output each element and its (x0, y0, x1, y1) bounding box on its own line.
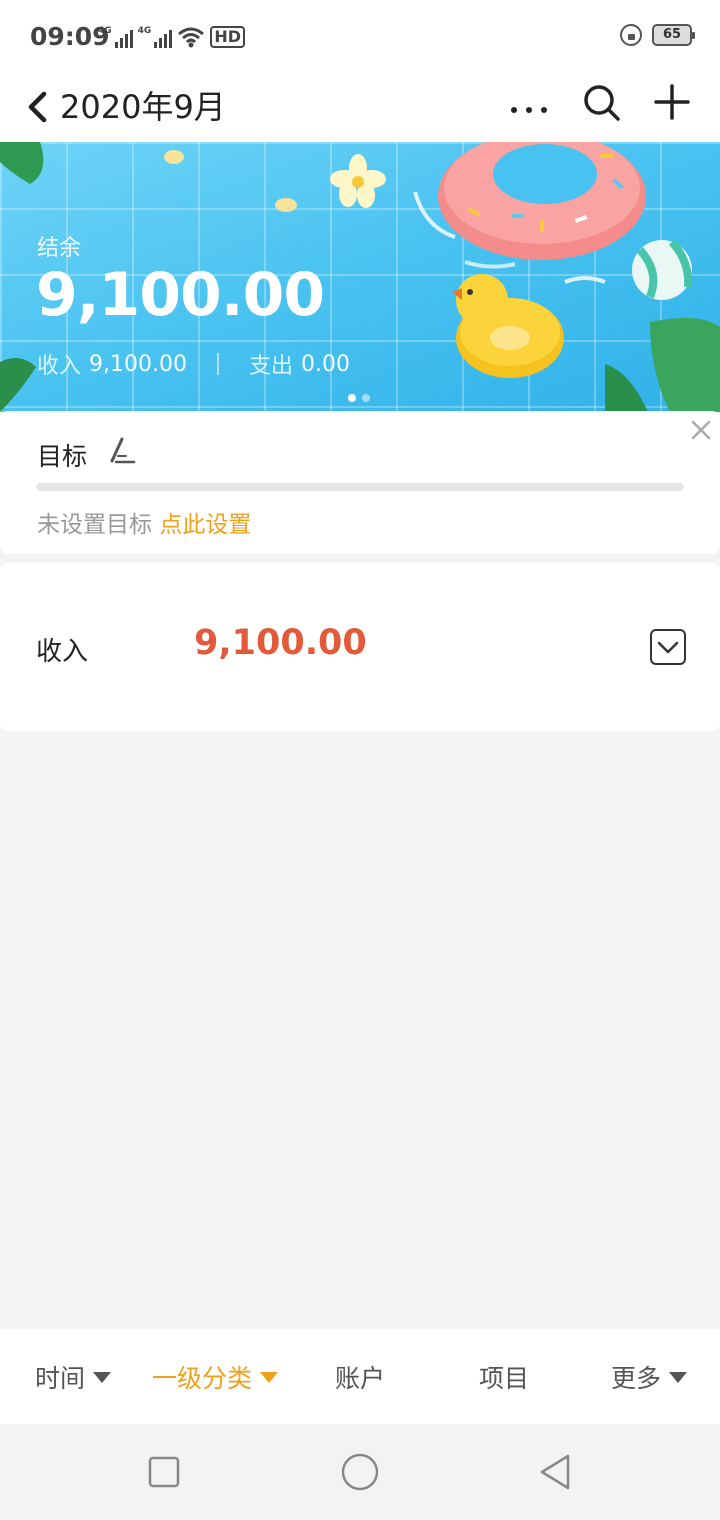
filter-account[interactable]: 账户 (335, 1359, 385, 1395)
filter-more[interactable]: 更多 (611, 1359, 688, 1395)
filter-time[interactable]: 时间 (35, 1359, 112, 1395)
divider (216, 353, 219, 375)
caret-down-icon (93, 1371, 112, 1383)
filter-category[interactable]: 一级分类 (152, 1359, 279, 1395)
more-icon (511, 107, 547, 113)
page-dot (362, 394, 370, 402)
home-button[interactable] (340, 1452, 380, 1492)
income-card-label: 收入 (36, 637, 89, 667)
goal-card: 目标 未设置目标 点此设置 (0, 411, 720, 554)
status-right: 65 (620, 24, 695, 46)
caret-down-icon (669, 1371, 688, 1383)
chevron-left-icon (28, 91, 47, 123)
system-nav-bar (0, 1424, 720, 1520)
circle-icon (341, 1453, 379, 1491)
square-icon (148, 1456, 180, 1488)
recent-apps-button[interactable] (144, 1452, 184, 1492)
wifi-icon (178, 27, 205, 48)
battery-icon: 65 (652, 24, 695, 46)
back-button[interactable] (22, 82, 56, 132)
income-label: 收入 (37, 354, 82, 379)
page-dot (348, 394, 356, 402)
triangle-back-icon (540, 1454, 570, 1490)
balance-banner[interactable]: 结余 9,100.00 收入 9,100.00 支出 0.00 (0, 142, 720, 412)
more-button[interactable] (506, 84, 552, 130)
balance-value: 9,100.00 (36, 260, 325, 330)
caret-down-icon (260, 1371, 279, 1383)
page-indicator (348, 394, 370, 402)
expand-button[interactable] (650, 629, 686, 665)
goal-hint-text: 未设置目标 (37, 512, 152, 538)
status-icons: 4G 4G HD (98, 24, 245, 50)
signal-icon: 4G (138, 26, 173, 48)
chevron-down-icon (657, 641, 679, 654)
signal-icon: 4G (98, 26, 133, 48)
goal-hint: 未设置目标 点此设置 (37, 505, 251, 539)
edit-icon[interactable] (104, 435, 138, 469)
search-icon (584, 85, 620, 121)
goal-title: 目标 (37, 442, 88, 471)
page-title: 2020年9月 (60, 88, 226, 126)
income-card[interactable]: 收入 9,100.00 (0, 563, 720, 731)
balance-label: 结余 (37, 236, 82, 261)
income-card-value: 9,100.00 (194, 623, 367, 663)
filter-bar: 时间 一级分类 账户 项目 更多 (0, 1329, 720, 1424)
filter-project[interactable]: 项目 (479, 1359, 529, 1395)
status-bar: 09:09 4G 4G HD 65 (0, 0, 720, 72)
income-value: 9,100.00 (89, 351, 187, 377)
set-goal-link[interactable]: 点此设置 (159, 512, 251, 538)
expense-value: 0.00 (301, 351, 350, 377)
close-icon[interactable] (688, 417, 714, 443)
nav-bar: 2020年9月 (0, 72, 720, 142)
add-button[interactable] (650, 80, 696, 126)
plus-icon (654, 84, 690, 120)
back-nav-button[interactable] (536, 1452, 576, 1492)
search-button[interactable] (578, 80, 624, 126)
hd-voice-icon: HD (210, 26, 245, 48)
summary-row: 收入 9,100.00 支出 0.00 (37, 348, 350, 380)
expense-label: 支出 (248, 354, 293, 379)
goal-progress-bar (36, 483, 684, 491)
rotation-lock-icon (620, 24, 642, 46)
